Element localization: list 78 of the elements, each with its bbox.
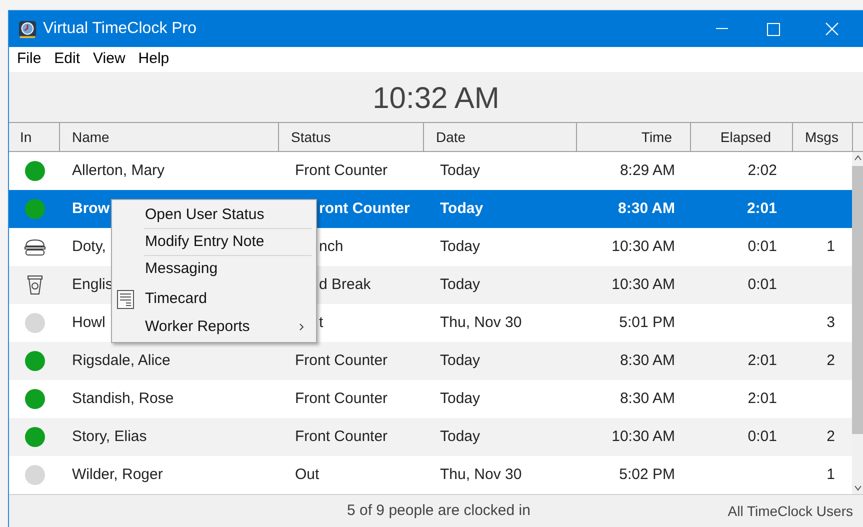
time-cell-text: 10:30 AM xyxy=(612,426,675,447)
date-cell-text: Today xyxy=(440,236,480,257)
msgs-cell-text: 2 xyxy=(826,350,835,371)
time-cell-text: 8:30 AM xyxy=(620,350,675,371)
date-cell-text: Today xyxy=(440,350,480,371)
column-header[interactable]: Status xyxy=(279,123,424,151)
scrollbar[interactable] xyxy=(852,152,863,494)
name-cell-text: Wilder, Roger xyxy=(72,464,163,485)
close-icon xyxy=(825,22,839,36)
date-cell-text: Today xyxy=(440,198,484,219)
status-cell-text: Out xyxy=(295,464,320,485)
elapsed-cell-text: 2:01 xyxy=(748,350,777,371)
table-row[interactable]: Standish, Rose Front Counter Today 8:30 AM 2:01 xyxy=(9,380,852,418)
date-cell-text: Today xyxy=(440,160,480,181)
timecard-icon xyxy=(117,290,134,309)
date-cell-text: Thu, Nov 30 xyxy=(440,312,522,333)
elapsed-cell-text: 0:01 xyxy=(748,426,777,447)
column-header[interactable]: Elapsed xyxy=(691,123,793,151)
status-cell-text: Front Counter xyxy=(295,350,388,371)
scroll-up-icon[interactable] xyxy=(854,155,862,161)
msgs-cell-text: 3 xyxy=(826,312,835,333)
time-cell-text: 10:30 AM xyxy=(612,274,675,295)
name-cell-text: Brow xyxy=(72,198,110,219)
scrollbar-thumb[interactable] xyxy=(852,166,863,434)
time-cell-text: 5:01 PM xyxy=(619,312,675,333)
time-cell-text: 10:30 AM xyxy=(612,236,675,257)
window-title: Virtual TimeClock Pro xyxy=(43,19,197,39)
maximize-icon xyxy=(766,22,780,36)
status-cell-text: Front Counter xyxy=(295,388,388,409)
column-header[interactable]: Name xyxy=(60,123,279,151)
status-filter: All TimeClock Users xyxy=(728,502,853,520)
context-menu-item[interactable]: Worker Reports xyxy=(112,314,316,340)
msgs-cell-text: 2 xyxy=(826,426,835,447)
elapsed-cell-text: 0:01 xyxy=(748,236,777,257)
elapsed-cell-text: 0:01 xyxy=(748,274,777,295)
elapsed-cell-text: 2:01 xyxy=(748,388,777,409)
time-cell-text: 8:29 AM xyxy=(620,160,675,181)
date-cell-text: Today xyxy=(440,274,480,295)
date-cell-text: Thu, Nov 30 xyxy=(440,464,522,485)
name-cell-text: Howl xyxy=(72,312,106,333)
menu-item[interactable]: Edit xyxy=(49,47,86,72)
context-menu-item[interactable]: Modify Entry Note xyxy=(112,229,316,255)
name-cell-text: Story, Elias xyxy=(72,426,147,447)
status-cell-text: nch xyxy=(319,236,344,257)
name-cell-text: Doty, xyxy=(72,236,106,257)
table-row[interactable]: Wilder, Roger Out Thu, Nov 30 5:02 PM 1 xyxy=(9,456,852,494)
status-cell-text: t xyxy=(319,312,324,333)
time-cell-text: 8:30 AM xyxy=(618,198,675,219)
column-header[interactable]: In xyxy=(9,123,60,151)
status-cell-text: Front Counter xyxy=(295,426,388,447)
name-cell-text: Rigsdale, Alice xyxy=(72,350,170,371)
menu-item[interactable]: Help xyxy=(133,47,174,72)
status-cell-text: d Break xyxy=(319,274,371,295)
name-cell-text: Englis xyxy=(72,274,113,295)
context-menu-item[interactable]: Open User Status xyxy=(112,202,316,228)
elapsed-cell-text: 2:01 xyxy=(746,198,777,219)
elapsed-cell-text: 2:02 xyxy=(748,160,777,181)
status-summary: 5 of 9 people are clocked in xyxy=(347,500,530,521)
scroll-down-icon[interactable] xyxy=(854,485,862,491)
clock-display: 10:32 AM xyxy=(372,80,500,116)
clock-logo-icon xyxy=(18,20,37,38)
column-header[interactable]: Date xyxy=(424,123,577,151)
status-cell-text: ront Counter xyxy=(319,198,410,219)
status-cell-text: Front Counter xyxy=(295,160,388,181)
time-cell-text: 5:02 PM xyxy=(619,464,675,485)
menu-item[interactable]: View xyxy=(88,47,130,72)
name-cell-text: Allerton, Mary xyxy=(72,160,165,181)
table-row[interactable]: Allerton, Mary Front Counter Today 8:29 AM 2:02 xyxy=(9,152,852,190)
time-cell-text: 8:30 AM xyxy=(620,388,675,409)
minimize-icon xyxy=(716,28,728,30)
name-cell-text: Standish, Rose xyxy=(72,388,174,409)
date-cell-text: Today xyxy=(440,388,480,409)
column-header[interactable]: Msgs xyxy=(793,123,853,151)
column-header[interactable]: Time xyxy=(577,123,691,151)
msgs-cell-text: 1 xyxy=(826,464,835,485)
date-cell-text: Today xyxy=(440,426,480,447)
menu-item[interactable]: File xyxy=(12,47,46,72)
msgs-cell-text: 1 xyxy=(826,236,835,257)
